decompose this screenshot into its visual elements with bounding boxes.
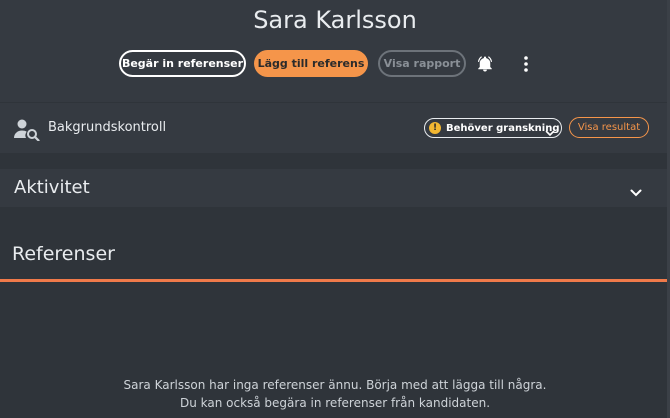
references-divider bbox=[0, 279, 670, 282]
chevron-down-icon bbox=[545, 123, 555, 142]
background-check-label: Bakgrundskontroll bbox=[48, 120, 167, 135]
add-reference-button[interactable]: Lägg till referens bbox=[254, 50, 368, 77]
references-title: Referenser bbox=[12, 243, 115, 265]
activity-accordion[interactable]: Aktivitet bbox=[0, 169, 670, 207]
more-vert-icon[interactable] bbox=[514, 52, 538, 76]
empty-state-text: Sara Karlsson har inga referenser ännu. … bbox=[123, 378, 547, 392]
request-references-button[interactable]: Begär in referenser bbox=[119, 50, 246, 77]
status-dropdown[interactable]: ! Behöver granskning bbox=[424, 118, 562, 138]
candidate-header: Sara Karlsson Begär in referenser Lägg t… bbox=[0, 0, 670, 102]
empty-state-subtext: Du kan också begära in referenser från k… bbox=[179, 396, 491, 410]
action-bar: Begär in referenser Lägg till referens V… bbox=[0, 50, 670, 78]
warning-icon: ! bbox=[429, 122, 441, 134]
chevron-down-icon bbox=[630, 183, 642, 202]
view-report-button[interactable]: Visa rapport bbox=[378, 50, 466, 77]
page-title: Sara Karlsson bbox=[253, 6, 417, 34]
bell-icon[interactable] bbox=[473, 52, 497, 76]
status-text: Behöver granskning bbox=[446, 122, 560, 134]
view-results-button[interactable]: Visa resultat bbox=[569, 117, 649, 138]
activity-label: Aktivitet bbox=[14, 177, 90, 198]
person-search-icon bbox=[14, 119, 40, 145]
